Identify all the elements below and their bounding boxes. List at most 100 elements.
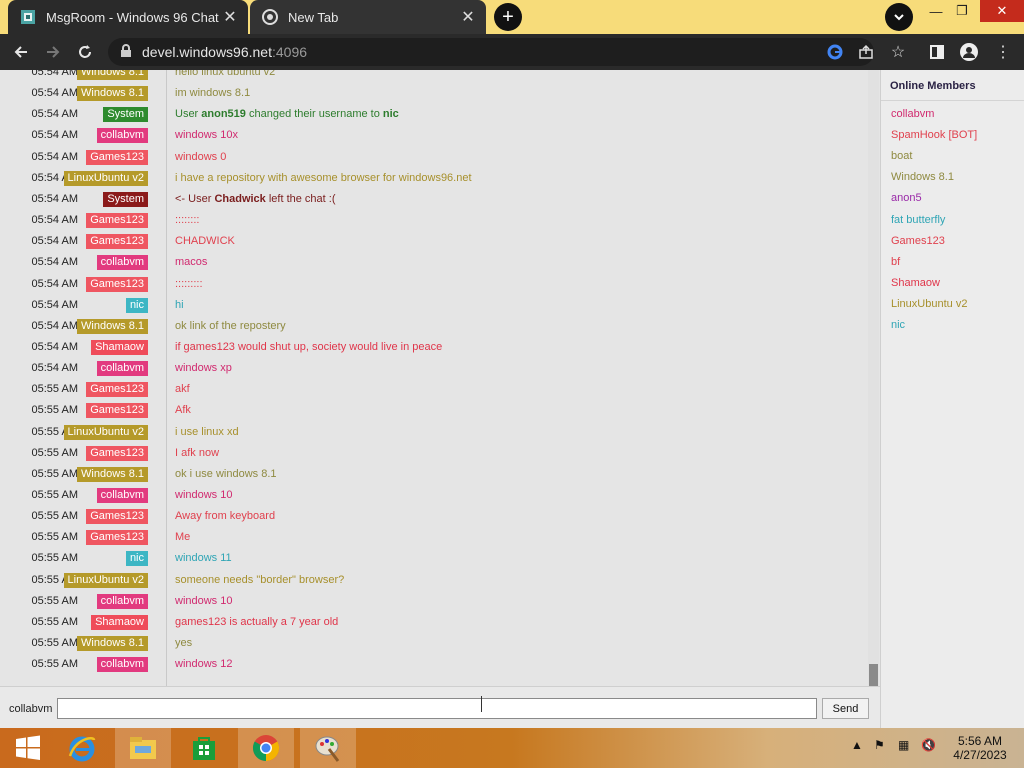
scrollbar-thumb[interactable] xyxy=(869,664,878,686)
message-user-badge[interactable]: Games123 xyxy=(86,149,148,165)
member-item[interactable]: boat xyxy=(891,150,912,162)
member-item[interactable]: collabvm xyxy=(891,108,934,120)
network-icon[interactable]: ▦ xyxy=(898,738,909,752)
member-item[interactable]: Windows 8.1 xyxy=(891,171,954,183)
tab-msgroom[interactable]: MsgRoom - Windows 96 Chat ✕ xyxy=(8,0,248,34)
message-user-badge[interactable]: collabvm xyxy=(96,593,148,609)
message-text: ok i use windows 8.1 xyxy=(175,467,277,480)
member-item[interactable]: LinuxUbuntu v2 xyxy=(891,298,967,310)
chat-message: 05:54 AM nic hi xyxy=(0,297,860,315)
message-text: :::::::: xyxy=(175,214,200,227)
file-explorer-icon[interactable] xyxy=(115,728,171,768)
reload-icon xyxy=(79,45,91,58)
message-user-badge[interactable]: Windows 8.1 xyxy=(77,466,148,482)
message-user-badge[interactable]: collabvm xyxy=(96,361,148,377)
start-button[interactable] xyxy=(0,728,56,768)
message-user-badge[interactable]: LinuxUbuntu v2 xyxy=(63,424,148,440)
forward-button[interactable] xyxy=(40,40,66,64)
chat-scrollbar[interactable] xyxy=(868,70,879,686)
menu-kebab-icon[interactable]: ⋮ xyxy=(990,40,1016,64)
message-user-badge[interactable]: System xyxy=(103,107,148,123)
message-user-badge[interactable]: nic xyxy=(125,551,148,567)
message-time: 05:55 AM xyxy=(31,658,78,671)
profile-avatar-icon[interactable] xyxy=(956,40,982,64)
restore-button[interactable]: ❐ xyxy=(946,0,978,22)
tab-new-tab[interactable]: New Tab ✕ xyxy=(250,0,486,34)
message-text: Away from keyboard xyxy=(175,510,276,523)
message-time: 05:54 AM xyxy=(31,70,78,78)
message-user-badge[interactable]: Shamaow xyxy=(91,614,148,630)
message-input[interactable] xyxy=(57,698,817,719)
message-user-badge[interactable]: Games123 xyxy=(86,403,148,419)
tab-search-button[interactable] xyxy=(885,3,913,31)
message-text: User anon519 changed their username to n… xyxy=(175,108,399,120)
message-user-badge[interactable]: Games123 xyxy=(86,213,148,229)
message-user-badge[interactable]: Games123 xyxy=(86,509,148,525)
message-user-badge[interactable]: Shamaow xyxy=(91,339,148,355)
volume-muted-icon[interactable]: 🔇 xyxy=(921,738,936,752)
message-user-badge[interactable]: Games123 xyxy=(86,382,148,398)
message-user-badge[interactable]: Games123 xyxy=(86,445,148,461)
paint-icon[interactable] xyxy=(300,728,356,768)
tab-close-icon[interactable]: ✕ xyxy=(220,7,240,27)
reload-button[interactable] xyxy=(72,40,98,64)
message-time: 05:55 AM xyxy=(31,594,78,607)
chrome-icon[interactable] xyxy=(238,728,294,768)
share-icon[interactable] xyxy=(853,40,879,64)
message-time: 05:55 AM xyxy=(31,446,78,459)
tab-strip: MsgRoom - Windows 96 Chat ✕ New Tab ✕ + … xyxy=(0,0,1024,34)
address-bar[interactable]: devel.windows96.net:4096 xyxy=(108,38,874,66)
new-tab-button[interactable]: + xyxy=(494,3,522,31)
send-button[interactable]: Send xyxy=(822,698,869,719)
tab-close-icon[interactable]: ✕ xyxy=(458,7,478,27)
message-user-badge[interactable]: System xyxy=(103,191,148,207)
chat-message: 05:55 AM collabvm windows 10 xyxy=(0,487,860,505)
member-item[interactable]: anon5 xyxy=(891,192,922,204)
member-item[interactable]: Shamaow xyxy=(891,277,940,289)
message-text: akf xyxy=(175,383,190,396)
message-user-badge[interactable]: LinuxUbuntu v2 xyxy=(63,572,148,588)
member-item[interactable]: SpamHook [BOT] xyxy=(891,129,977,141)
message-user-badge[interactable]: Windows 8.1 xyxy=(77,636,148,652)
member-item[interactable]: Games123 xyxy=(891,235,945,247)
chat-message: 05:54 AM Shamaow if games123 would shut up… xyxy=(0,339,860,357)
message-user-badge[interactable]: Windows 8.1 xyxy=(77,70,148,80)
chat-divider xyxy=(166,70,167,686)
message-user-badge[interactable]: Games123 xyxy=(86,276,148,292)
message-user-badge[interactable]: collabvm xyxy=(96,255,148,271)
action-center-flag-icon[interactable]: ⚑ xyxy=(874,738,885,752)
message-text: im windows 8.1 xyxy=(175,87,251,100)
message-time: 05:54 AM xyxy=(31,87,78,100)
back-button[interactable] xyxy=(8,40,34,64)
message-text: i have a repository with awesome browser… xyxy=(175,171,472,184)
message-user-badge[interactable]: nic xyxy=(125,297,148,313)
message-text: someone needs "border" browser? xyxy=(175,573,345,586)
message-text: windows 10 xyxy=(175,489,233,501)
message-user-badge[interactable]: Windows 8.1 xyxy=(77,318,148,334)
member-item[interactable]: bf xyxy=(891,256,900,268)
bookmark-star-icon[interactable]: ☆ xyxy=(885,40,911,64)
message-user-badge[interactable]: Windows 8.1 xyxy=(77,86,148,102)
message-input-bar: collabvm Send xyxy=(0,686,880,728)
message-time: 05:55 AM xyxy=(31,467,78,480)
side-panel-icon[interactable] xyxy=(924,40,950,64)
google-icon[interactable] xyxy=(822,40,848,64)
message-user-badge[interactable]: collabvm xyxy=(96,488,148,503)
message-text: hi xyxy=(175,298,184,311)
taskbar-clock[interactable]: 5:56 AM 4/27/2023 xyxy=(940,734,1020,762)
internet-explorer-icon[interactable] xyxy=(54,728,110,768)
chat-log[interactable]: 05:54 AM Windows 8.1 hello linux ubuntu v2… xyxy=(0,70,868,686)
member-item[interactable]: nic xyxy=(891,319,905,331)
member-item[interactable]: fat butterfly xyxy=(891,214,945,226)
message-time: 05:55 AM xyxy=(31,404,78,417)
tray-chevron-up-icon[interactable]: ▲ xyxy=(851,738,863,752)
message-user-badge[interactable]: collabvm xyxy=(96,657,148,673)
store-icon[interactable] xyxy=(176,728,232,768)
message-user-badge[interactable]: LinuxUbuntu v2 xyxy=(63,170,148,186)
message-user-badge[interactable]: collabvm xyxy=(96,128,148,144)
members-separator xyxy=(881,100,1024,101)
window-close-button[interactable]: ✕ xyxy=(980,0,1024,22)
message-user-badge[interactable]: Games123 xyxy=(86,530,148,546)
message-user-badge[interactable]: Games123 xyxy=(86,234,148,250)
msgroom-favicon-icon xyxy=(20,9,36,25)
